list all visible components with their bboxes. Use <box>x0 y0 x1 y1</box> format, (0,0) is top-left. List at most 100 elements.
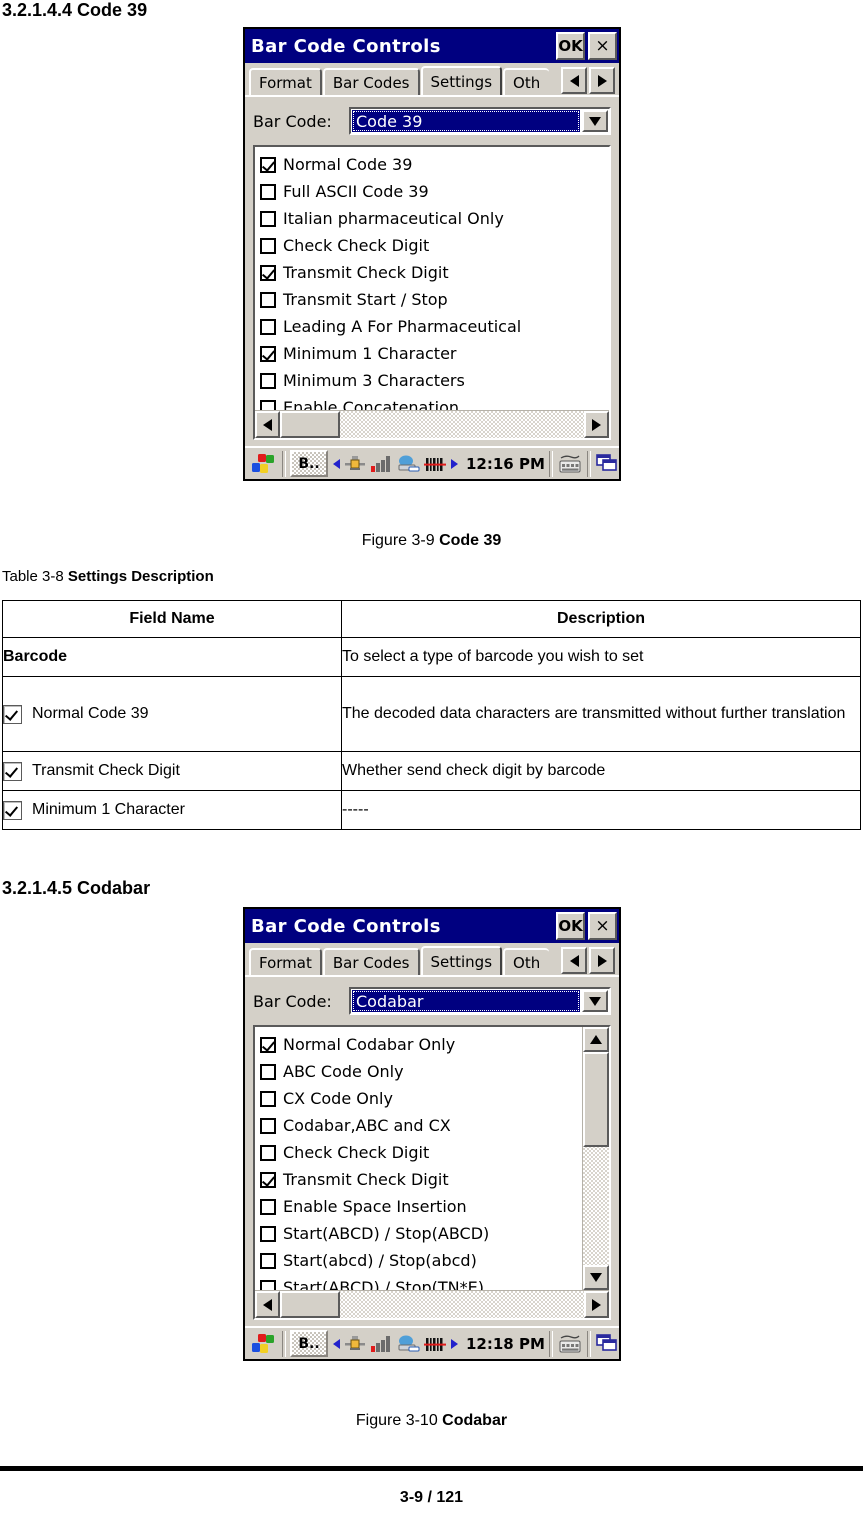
list-item[interactable]: Full ASCII Code 39 <box>260 178 609 205</box>
list-item[interactable]: Leading A For Pharmaceutical <box>260 313 609 340</box>
horizontal-scroll-track[interactable] <box>340 1291 584 1318</box>
checkbox-unchecked-icon[interactable] <box>260 399 276 410</box>
keyboard-icon[interactable] <box>557 453 583 475</box>
plug-icon[interactable] <box>343 454 367 474</box>
barcode-combobox[interactable]: Code 39 <box>349 107 611 135</box>
checkbox-unchecked-icon[interactable] <box>260 1279 276 1290</box>
task-button-b[interactable]: B.. <box>290 450 328 477</box>
ok-button[interactable]: OK <box>556 32 585 60</box>
list-item[interactable]: Normal Codabar Only <box>260 1031 582 1058</box>
checkbox-unchecked-icon[interactable] <box>260 210 276 227</box>
list-item[interactable]: CX Code Only <box>260 1085 582 1112</box>
checkbox-unchecked-icon[interactable] <box>260 1144 276 1161</box>
tab-other[interactable]: Oth <box>503 948 550 975</box>
scroll-left-button[interactable] <box>255 1291 280 1318</box>
windows-flag-icon[interactable] <box>248 451 278 477</box>
horizontal-scroll-thumb[interactable] <box>280 1291 340 1318</box>
scroll-up-button[interactable] <box>583 1027 609 1052</box>
arrow-right-icon[interactable] <box>451 458 458 469</box>
list-item[interactable]: Check Check Digit <box>260 1139 582 1166</box>
window-switch-icon[interactable] <box>595 453 621 475</box>
close-icon[interactable]: × <box>588 912 617 940</box>
tab-scroll-right-button[interactable] <box>589 67 615 94</box>
list-item[interactable]: Normal Code 39 <box>260 151 609 178</box>
list-item[interactable]: Enable Space Insertion <box>260 1193 582 1220</box>
tab-format[interactable]: Format <box>249 68 322 95</box>
checkbox-checked-icon[interactable] <box>260 1036 276 1053</box>
checkbox-unchecked-icon[interactable] <box>260 1090 276 1107</box>
window-switch-icon[interactable] <box>595 1333 621 1355</box>
chevron-down-icon[interactable] <box>582 990 608 1012</box>
checkbox-unchecked-icon[interactable] <box>260 318 276 335</box>
tab-scroll-right-button[interactable] <box>589 947 615 974</box>
task-button-b[interactable]: B.. <box>290 1330 328 1357</box>
checkbox-unchecked-icon[interactable] <box>260 237 276 254</box>
barcode-combobox[interactable]: Codabar <box>349 987 611 1015</box>
scroll-down-button[interactable] <box>583 1265 609 1290</box>
checkbox-unchecked-icon[interactable] <box>260 1225 276 1242</box>
tab-settings[interactable]: Settings <box>420 946 503 975</box>
windows-flag-icon[interactable] <box>248 1331 278 1357</box>
network-computer-icon[interactable] <box>395 454 421 474</box>
scroll-left-button[interactable] <box>255 411 280 438</box>
list-item[interactable]: Minimum 3 Characters <box>260 367 609 394</box>
ok-button[interactable]: OK <box>556 912 585 940</box>
checkbox-checked-icon[interactable] <box>260 345 276 362</box>
list-item[interactable]: Start(abcd) / Stop(abcd) <box>260 1247 582 1274</box>
horizontal-scroll-thumb[interactable] <box>280 411 340 438</box>
tab-other[interactable]: Oth <box>503 68 550 95</box>
scroll-right-button[interactable] <box>584 411 609 438</box>
list-item[interactable]: Check Check Digit <box>260 232 609 259</box>
windows-flag-glyph <box>252 453 274 473</box>
arrow-left-icon[interactable] <box>333 458 340 469</box>
clock-label[interactable]: 12:16 PM <box>466 455 545 473</box>
vertical-scroll-thumb[interactable] <box>583 1052 609 1147</box>
list-item[interactable]: Transmit Check Digit <box>260 259 609 286</box>
checkbox-unchecked-icon[interactable] <box>260 1198 276 1215</box>
barcode-scanner-icon[interactable] <box>424 1334 448 1354</box>
tab-settings[interactable]: Settings <box>420 66 503 95</box>
list-item[interactable]: Enable Concatenation <box>260 394 609 410</box>
table-cell-description: To select a type of barcode you wish to … <box>341 637 861 677</box>
checkbox-checked-icon[interactable] <box>260 156 276 173</box>
tab-scroll-left-button[interactable] <box>561 67 587 94</box>
chevron-down-icon[interactable] <box>582 110 608 132</box>
keyboard-icon[interactable] <box>557 1333 583 1355</box>
checkbox-unchecked-icon[interactable] <box>260 372 276 389</box>
horizontal-scroll-track[interactable] <box>340 411 584 438</box>
list-item[interactable]: Transmit Check Digit <box>260 1166 582 1193</box>
scroll-right-button[interactable] <box>584 1291 609 1318</box>
arrow-right-icon[interactable] <box>451 1338 458 1349</box>
checkbox-unchecked-icon[interactable] <box>260 1063 276 1080</box>
list-item[interactable]: Start(ABCD) / Stop(ABCD) <box>260 1220 582 1247</box>
clock-label[interactable]: 12:18 PM <box>466 1335 545 1353</box>
checkbox-unchecked-icon[interactable] <box>260 1117 276 1134</box>
vertical-scroll-track[interactable] <box>583 1052 609 1265</box>
close-icon[interactable]: × <box>588 32 617 60</box>
tab-bar-codes[interactable]: Bar Codes <box>322 948 420 975</box>
vertical-scrollbar[interactable] <box>582 1027 609 1290</box>
checkbox-unchecked-icon[interactable] <box>260 183 276 200</box>
checkbox-unchecked-icon[interactable] <box>260 291 276 308</box>
list-item[interactable]: ABC Code Only <box>260 1058 582 1085</box>
network-computer-icon[interactable] <box>395 1334 421 1354</box>
checkbox-unchecked-icon[interactable] <box>260 1252 276 1269</box>
horizontal-scrollbar[interactable] <box>255 1290 609 1318</box>
list-item[interactable]: Minimum 1 Character <box>260 340 609 367</box>
list-item[interactable]: Italian pharmaceutical Only <box>260 205 609 232</box>
tab-format[interactable]: Format <box>249 948 322 975</box>
list-item[interactable]: Transmit Start / Stop <box>260 286 609 313</box>
arrow-left-icon[interactable] <box>333 1338 340 1349</box>
horizontal-scrollbar[interactable] <box>255 410 609 438</box>
signal-bars-icon[interactable] <box>370 454 392 474</box>
plug-icon[interactable] <box>343 1334 367 1354</box>
list-item[interactable]: Codabar,ABC and CX <box>260 1112 582 1139</box>
checkbox-checked-icon[interactable] <box>260 264 276 281</box>
tab-bar-codes[interactable]: Bar Codes <box>322 68 420 95</box>
barcode-scanner-icon[interactable] <box>424 454 448 474</box>
checkbox-checked-icon[interactable] <box>260 1171 276 1188</box>
list-item[interactable]: Start(ABCD) / Stop(TN*E) <box>260 1274 582 1290</box>
tab-scroll-left-button[interactable] <box>561 947 587 974</box>
signal-bars-icon[interactable] <box>370 1334 392 1354</box>
taskbar-divider <box>586 1330 591 1357</box>
